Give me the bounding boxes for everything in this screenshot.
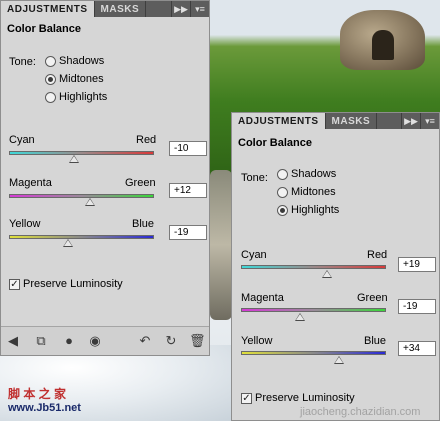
panel-tabs: ADJUSTMENTS MASKS ▶▶ ▾≡ bbox=[1, 1, 209, 17]
yellow-blue-value[interactable]: +34 bbox=[398, 341, 436, 356]
tab-adjustments[interactable]: ADJUSTMENTS bbox=[1, 1, 95, 17]
double-arrow-icon[interactable]: ▶▶ bbox=[171, 1, 190, 17]
cyan-red-slider[interactable] bbox=[241, 265, 386, 269]
tone-label: Tone: bbox=[9, 56, 36, 68]
preserve-luminosity-checkbox[interactable]: ✓ bbox=[9, 279, 20, 290]
cyan-red-slider-thumb[interactable] bbox=[69, 155, 79, 163]
background-stone-column bbox=[210, 170, 232, 320]
radio-label-highlights: Highlights bbox=[59, 91, 108, 103]
radio-label-midtones: Midtones bbox=[291, 186, 336, 198]
slider-label-blue: Blue bbox=[132, 218, 155, 230]
slider-label-red: Red bbox=[367, 249, 388, 261]
slider-label-cyan: Cyan bbox=[9, 134, 35, 146]
slider-label-magenta: Magenta bbox=[241, 292, 284, 304]
slider-label-cyan: Cyan bbox=[241, 249, 267, 261]
radio-shadows[interactable] bbox=[45, 56, 56, 67]
panel-bottom-toolbar: ◀ ⧉ ● ◉ ↶ ↻ 🗑 bbox=[1, 326, 209, 355]
reset-icon[interactable]: ↻ bbox=[163, 333, 179, 349]
panel-tabs: ADJUSTMENTS MASKS ▶▶ ▾≡ bbox=[232, 113, 439, 129]
back-arrow-icon[interactable]: ◀ bbox=[5, 333, 21, 349]
tab-masks[interactable]: MASKS bbox=[95, 1, 147, 17]
tab-masks[interactable]: MASKS bbox=[326, 113, 378, 129]
radio-label-highlights: Highlights bbox=[291, 204, 340, 216]
slider-label-blue: Blue bbox=[364, 335, 387, 347]
cyan-red-slider-thumb[interactable] bbox=[322, 270, 332, 278]
yellow-blue-slider-thumb[interactable] bbox=[63, 239, 73, 247]
radio-label-shadows: Shadows bbox=[59, 55, 105, 67]
yellow-blue-slider[interactable] bbox=[9, 235, 154, 239]
magenta-green-value[interactable]: +12 bbox=[169, 183, 207, 198]
tab-adjustments[interactable]: ADJUSTMENTS bbox=[232, 113, 326, 129]
cyan-red-value[interactable]: -10 bbox=[169, 141, 207, 156]
magenta-green-slider-thumb[interactable] bbox=[295, 313, 305, 321]
radio-highlights[interactable] bbox=[277, 205, 288, 216]
trash-icon[interactable]: 🗑 bbox=[189, 333, 206, 349]
radio-label-shadows: Shadows bbox=[291, 168, 337, 180]
watermark-corner: jiaocheng.chazidian.com bbox=[300, 406, 421, 418]
panel-menu-icon[interactable]: ▾≡ bbox=[190, 1, 209, 17]
preserve-luminosity-label: Preserve Luminosity bbox=[255, 392, 355, 404]
background-rock-door bbox=[372, 30, 394, 60]
magenta-green-slider[interactable] bbox=[241, 308, 386, 312]
previous-state-icon[interactable]: ↶ bbox=[137, 333, 153, 349]
radio-highlights[interactable] bbox=[45, 92, 56, 103]
radio-shadows[interactable] bbox=[277, 169, 288, 180]
magenta-green-value[interactable]: -19 bbox=[398, 299, 436, 314]
radio-midtones[interactable] bbox=[277, 187, 288, 198]
double-arrow-icon[interactable]: ▶▶ bbox=[401, 113, 420, 129]
cyan-red-value[interactable]: +19 bbox=[398, 257, 436, 272]
visibility-dot-icon[interactable]: ● bbox=[61, 333, 77, 349]
slider-label-green: Green bbox=[125, 177, 156, 189]
panel-title: Color Balance bbox=[7, 23, 81, 35]
yellow-blue-slider-thumb[interactable] bbox=[334, 356, 344, 364]
slider-label-magenta: Magenta bbox=[9, 177, 52, 189]
watermark-site: www.Jb51.net bbox=[8, 402, 81, 414]
radio-midtones[interactable] bbox=[45, 74, 56, 85]
slider-label-yellow: Yellow bbox=[9, 218, 41, 230]
cyan-red-slider[interactable] bbox=[9, 151, 154, 155]
yellow-blue-value[interactable]: -19 bbox=[169, 225, 207, 240]
adjustments-panel-right: ADJUSTMENTS MASKS ▶▶ ▾≡ Color Balance To… bbox=[231, 112, 440, 421]
magenta-green-slider-thumb[interactable] bbox=[85, 198, 95, 206]
adjustments-panel-left: ADJUSTMENTS MASKS ▶▶ ▾≡ Color Balance To… bbox=[0, 0, 210, 356]
yellow-blue-slider[interactable] bbox=[241, 351, 386, 355]
tone-label: Tone: bbox=[241, 172, 268, 184]
slider-label-red: Red bbox=[136, 134, 157, 146]
eye-icon[interactable]: ◉ bbox=[87, 333, 103, 349]
panel-title: Color Balance bbox=[238, 137, 312, 149]
preserve-luminosity-checkbox[interactable]: ✓ bbox=[241, 393, 252, 404]
radio-label-midtones: Midtones bbox=[59, 73, 104, 85]
slider-label-yellow: Yellow bbox=[241, 335, 273, 347]
clip-layer-icon[interactable]: ⧉ bbox=[33, 333, 49, 349]
preserve-luminosity-label: Preserve Luminosity bbox=[23, 278, 123, 290]
panel-menu-icon[interactable]: ▾≡ bbox=[420, 113, 439, 129]
magenta-green-slider[interactable] bbox=[9, 194, 154, 198]
slider-label-green: Green bbox=[357, 292, 388, 304]
watermark-cn: 脚 本 之 家 bbox=[8, 387, 67, 401]
